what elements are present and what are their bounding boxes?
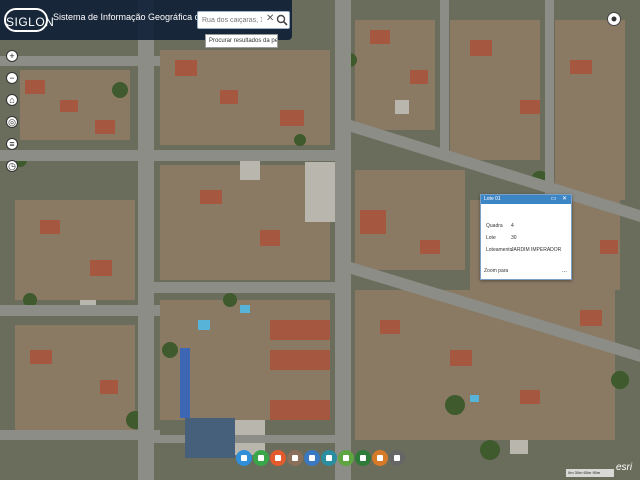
dock-layers-button[interactable] (304, 450, 320, 466)
pencil-icon (258, 455, 264, 461)
dock-share-button[interactable] (355, 450, 371, 466)
edit-icon (275, 455, 281, 461)
print-icon (343, 455, 349, 461)
search-icon[interactable] (276, 14, 288, 26)
bottom-dock (232, 446, 408, 472)
home-icon (241, 455, 247, 461)
layers-icon (309, 455, 315, 461)
dock-home-button[interactable] (236, 450, 252, 466)
share-icon (360, 455, 366, 461)
search-suggestion[interactable]: Procurar resultados da pesqu (205, 34, 278, 48)
dock-gps-button[interactable] (287, 450, 303, 466)
siglon-logo[interactable]: SIGLON (4, 8, 54, 32)
popup-controls[interactable]: ▭ ✕ (551, 195, 569, 204)
help-icon (394, 455, 400, 461)
search-input[interactable] (202, 12, 262, 28)
locate-button[interactable]: ◎ (6, 116, 18, 128)
table-icon (326, 455, 332, 461)
dock-print-button[interactable] (338, 450, 354, 466)
search-box: ✕ (197, 11, 290, 29)
popup-row-loteamento: Loteamento JARDIM IMPERADOR (486, 247, 561, 253)
zoom-to-link[interactable]: Zoom para (484, 268, 508, 274)
dock-bookmark-button[interactable] (372, 450, 388, 466)
popup-value: JARDIM IMPERADOR (511, 247, 562, 253)
zoom-out-button[interactable]: − (6, 72, 18, 84)
popup-label: Loteamento (486, 247, 513, 253)
popup-label: Quadra (486, 223, 503, 229)
popup-title: Lote 01 (484, 196, 501, 202)
popup-row-lote: Lote 30 (486, 235, 517, 241)
dock-draw-button[interactable] (253, 450, 269, 466)
dock-edit-button[interactable] (270, 450, 286, 466)
dock-table-button[interactable] (321, 450, 337, 466)
home-button[interactable]: ⌂ (6, 94, 18, 106)
bookmark-icon (377, 455, 383, 461)
dock-help-button[interactable] (389, 450, 405, 466)
compass-icon (292, 455, 298, 461)
close-icon[interactable]: ✕ (266, 13, 274, 24)
esri-logo: esri (616, 462, 633, 473)
scale-bar: 0m 30m 60m 90m (566, 469, 614, 477)
popup-row-quadra: Quadra 4 (486, 223, 514, 229)
measure-button[interactable]: ◷ (6, 160, 18, 172)
popup-more-button[interactable]: ... (562, 268, 567, 274)
popup-value: 30 (511, 235, 517, 241)
popup-value: 4 (511, 223, 514, 229)
settings-icon[interactable] (607, 12, 621, 26)
popup-label: Lote (486, 235, 496, 241)
feature-popup: Lote 01 ▭ ✕ Quadra 4 Lote 30 Loteamento … (480, 194, 572, 280)
popup-header: Lote 01 ▭ ✕ (481, 195, 571, 204)
zoom-in-button[interactable]: + (6, 50, 18, 62)
layers-button[interactable]: ≡ (6, 138, 18, 150)
